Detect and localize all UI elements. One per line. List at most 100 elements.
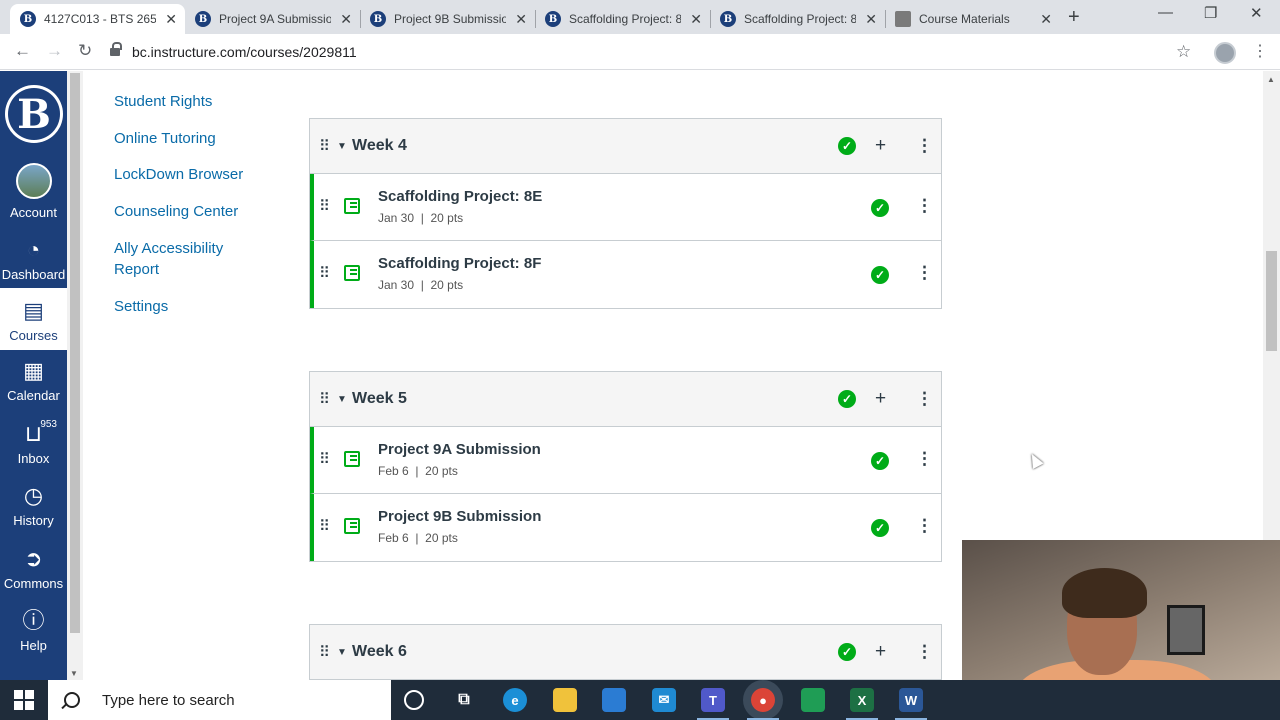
drag-handle-icon[interactable]: ⠿ (319, 452, 330, 467)
module-header[interactable]: ⠿ ▼ Week 5 ✓ + ⋮ (310, 372, 941, 427)
add-item-plus-icon[interactable]: + (875, 388, 886, 410)
edge-icon[interactable]: e (503, 688, 527, 712)
close-icon[interactable]: ✕ (165, 11, 177, 28)
tab-label: Project 9A Submissio (219, 12, 331, 26)
assignment-icon (344, 518, 360, 534)
published-check-icon[interactable]: ✓ (838, 137, 856, 155)
bookmark-star-icon[interactable]: ☆ (1176, 42, 1191, 62)
nav-item-history[interactable]: ◷ History (0, 483, 67, 528)
profile-avatar[interactable] (1214, 42, 1236, 64)
item-options-kebab-icon[interactable]: ⋮ (916, 516, 933, 536)
nav-item-courses[interactable]: ▤ Courses (0, 288, 67, 350)
microsoft-store-icon[interactable] (602, 688, 626, 712)
module-item[interactable]: ⠿ Project 9B Submission Feb 6 | 20 pts ✓… (310, 494, 941, 561)
close-window-button[interactable]: ✕ (1250, 4, 1263, 22)
browser-tab[interactable]: B Project 9A Submissio ✕ (185, 4, 360, 34)
close-icon[interactable]: ✕ (340, 11, 352, 28)
module-item-title[interactable]: Scaffolding Project: 8F (378, 255, 541, 272)
windows-start-icon[interactable] (14, 690, 34, 710)
module-item-title[interactable]: Scaffolding Project: 8E (378, 188, 542, 205)
address-bar[interactable]: bc.instructure.com/courses/2029811 (110, 38, 1210, 66)
cortana-icon[interactable] (404, 690, 424, 710)
nav-item-help[interactable]: ⓘ Help (0, 608, 67, 653)
module-options-kebab-icon[interactable]: ⋮ (916, 136, 933, 156)
module-options-kebab-icon[interactable]: ⋮ (916, 389, 933, 409)
word-icon[interactable]: W (895, 688, 927, 720)
close-icon[interactable]: ✕ (865, 11, 877, 28)
mail-icon[interactable]: ✉ (652, 688, 676, 712)
nav-item-account[interactable]: Account (0, 163, 67, 220)
new-tab-button[interactable]: + (1068, 6, 1080, 29)
nav-item-calendar[interactable]: ▦ Calendar (0, 358, 67, 403)
nav-scrollbar[interactable]: ▼ (67, 71, 83, 680)
item-options-kebab-icon[interactable]: ⋮ (916, 263, 933, 283)
back-arrow-icon[interactable]: ← (14, 41, 31, 61)
taskbar-search-box[interactable]: Type here to search (48, 680, 391, 720)
chrome-icon[interactable]: ● (747, 688, 779, 720)
module-header[interactable]: ⠿ ▼ Week 6 ✓ + ⋮ (310, 625, 941, 680)
close-icon[interactable]: ✕ (515, 11, 527, 28)
caret-down-icon[interactable]: ▼ (337, 647, 347, 658)
scrollbar-thumb[interactable] (1266, 251, 1277, 351)
browser-menu-icon[interactable]: ⋮ (1252, 41, 1268, 61)
scrollbar-thumb[interactable] (70, 73, 80, 633)
published-check-icon[interactable]: ✓ (871, 519, 889, 537)
drag-handle-icon[interactable]: ⠿ (319, 266, 330, 281)
drag-handle-icon[interactable]: ⠿ (319, 199, 330, 214)
add-item-plus-icon[interactable]: + (875, 135, 886, 157)
course-nav-link-online-tutoring[interactable]: Online Tutoring (114, 128, 216, 149)
app-icon[interactable] (801, 688, 825, 712)
module-item-meta: Jan 30 | 20 pts (378, 211, 464, 225)
course-nav-link-student-rights[interactable]: Student Rights (114, 91, 212, 112)
forward-arrow-icon[interactable]: → (46, 41, 63, 61)
browser-tab[interactable]: Course Materials ✕ (885, 4, 1060, 34)
close-icon[interactable]: ✕ (690, 11, 702, 28)
published-check-icon[interactable]: ✓ (871, 266, 889, 284)
nav-item-dashboard[interactable]: ◔ Dashboard (0, 237, 67, 282)
nav-item-inbox[interactable]: 953 ⊔ Inbox (0, 419, 67, 466)
browser-tab[interactable]: B Scaffolding Project: 8 ✕ (710, 4, 885, 34)
browser-tab[interactable]: B Scaffolding Project: 8 ✕ (535, 4, 710, 34)
module-options-kebab-icon[interactable]: ⋮ (916, 642, 933, 662)
file-explorer-icon[interactable] (553, 688, 577, 712)
drag-handle-icon[interactable]: ⠿ (319, 392, 330, 407)
nav-item-commons[interactable]: ➲ Commons (0, 546, 67, 591)
browser-tab[interactable]: B 4127C013 - BTS 265 ✕ (10, 4, 185, 34)
minimize-button[interactable]: — (1158, 4, 1173, 21)
reload-icon[interactable]: ↻ (78, 41, 92, 61)
module-header[interactable]: ⠿ ▼ Week 4 ✓ + ⋮ (310, 119, 941, 174)
task-view-icon[interactable]: ⧉ (452, 688, 476, 712)
caret-down-icon[interactable]: ▼ (337, 141, 347, 152)
browser-tab[interactable]: B Project 9B Submissio ✕ (360, 4, 535, 34)
scroll-up-arrow-icon[interactable]: ▲ (1267, 75, 1275, 84)
add-item-plus-icon[interactable]: + (875, 641, 886, 663)
course-nav-link-lockdown-browser[interactable]: LockDown Browser (114, 164, 243, 185)
item-options-kebab-icon[interactable]: ⋮ (916, 196, 933, 216)
module-item[interactable]: ⠿ Project 9A Submission Feb 6 | 20 pts ✓… (310, 427, 941, 494)
course-nav-link-settings[interactable]: Settings (114, 296, 168, 317)
nav-item-label: Commons (3, 576, 64, 591)
calendar-icon: ▦ (23, 358, 44, 383)
module-item-title[interactable]: Project 9B Submission (378, 508, 541, 525)
published-check-icon[interactable]: ✓ (838, 390, 856, 408)
teams-icon[interactable]: T (697, 688, 729, 720)
module-item-title[interactable]: Project 9A Submission (378, 441, 541, 458)
inbox-unread-badge: 953 (40, 419, 57, 430)
drag-handle-icon[interactable]: ⠿ (319, 139, 330, 154)
module-item[interactable]: ⠿ Scaffolding Project: 8F Jan 30 | 20 pt… (310, 241, 941, 308)
restore-button[interactable]: ❐ (1204, 4, 1217, 22)
published-check-icon[interactable]: ✓ (838, 643, 856, 661)
institution-logo[interactable]: B (5, 85, 63, 143)
item-options-kebab-icon[interactable]: ⋮ (916, 449, 933, 469)
course-nav-link-counseling-center[interactable]: Counseling Center (114, 201, 238, 222)
published-check-icon[interactable]: ✓ (871, 452, 889, 470)
close-icon[interactable]: ✕ (1040, 11, 1052, 28)
scroll-down-arrow-icon[interactable]: ▼ (70, 669, 78, 678)
published-check-icon[interactable]: ✓ (871, 199, 889, 217)
drag-handle-icon[interactable]: ⠿ (319, 645, 330, 660)
caret-down-icon[interactable]: ▼ (337, 394, 347, 405)
drag-handle-icon[interactable]: ⠿ (319, 519, 330, 534)
course-nav-link-ally-accessibility-report[interactable]: Ally Accessibility Report (114, 238, 254, 280)
module-item[interactable]: ⠿ Scaffolding Project: 8E Jan 30 | 20 pt… (310, 174, 941, 241)
excel-icon[interactable]: X (846, 688, 878, 720)
